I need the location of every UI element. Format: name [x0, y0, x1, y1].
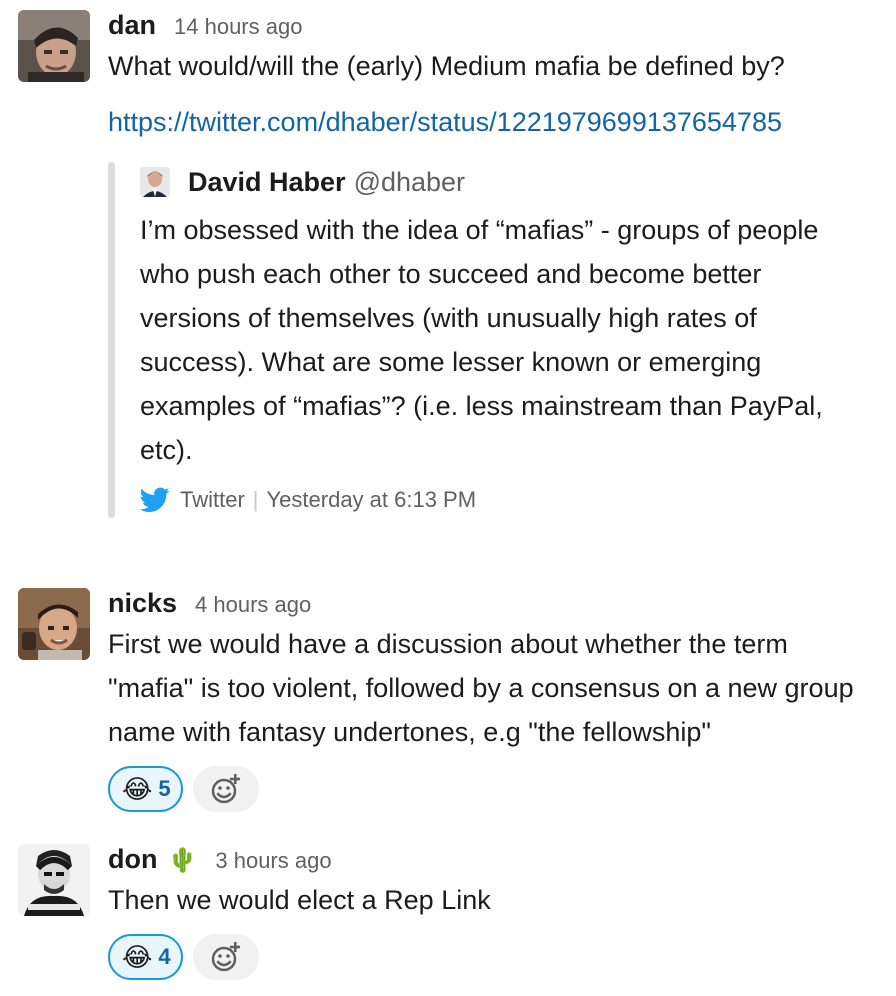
add-reaction-button[interactable]	[192, 934, 259, 980]
timestamp[interactable]: 14 hours ago	[174, 14, 302, 40]
message-content: don 🌵 3 hours ago Then we would elect a …	[108, 844, 886, 980]
message-don: don 🌵 3 hours ago Then we would elect a …	[18, 844, 886, 994]
tweet-source[interactable]: Twitter	[180, 487, 245, 513]
message-header: nicks 4 hours ago	[108, 588, 886, 622]
message-header: don 🌵 3 hours ago	[108, 844, 886, 878]
message-nicks: nicks 4 hours ago First we would have a …	[18, 588, 886, 818]
joy-emoji-icon: 😂	[122, 942, 153, 972]
reaction-count: 4	[158, 944, 171, 969]
tweet-unfurl: David Haber @dhaber I’m obsessed with th…	[108, 162, 886, 518]
avatar-nicks[interactable]	[18, 588, 90, 660]
tweet-author-avatar[interactable]	[140, 167, 170, 197]
message-text: What would/will the (early) Medium mafia…	[108, 51, 785, 81]
avatar-dan[interactable]	[18, 10, 90, 82]
joy-emoji-icon: 😂	[122, 774, 153, 804]
avatar-don[interactable]	[18, 844, 90, 916]
tweet-author-name[interactable]: David Haber	[188, 167, 346, 198]
twitter-bird-icon	[140, 487, 170, 513]
attachment-bar	[108, 162, 115, 518]
tweet-text: I’m obsessed with the idea of “mafias” -…	[140, 215, 823, 465]
message-header: dan 14 hours ago	[108, 10, 886, 44]
reactions-bar: 😂 4	[108, 934, 886, 980]
message-text: Then we would elect a Rep Link	[108, 885, 491, 915]
tweet-link[interactable]: https://twitter.com/dhaber/status/122197…	[108, 100, 888, 144]
tweet-time[interactable]: Yesterday at 6:13 PM	[267, 487, 477, 513]
timestamp[interactable]: 3 hours ago	[215, 848, 331, 874]
timestamp[interactable]: 4 hours ago	[195, 592, 311, 618]
message-content: dan 14 hours ago What would/will the (ea…	[108, 10, 886, 518]
message-content: nicks 4 hours ago First we would have a …	[108, 588, 886, 812]
tweet-footer: Twitter | Yesterday at 6:13 PM	[140, 482, 886, 518]
message-dan: dan 14 hours ago What would/will the (ea…	[18, 10, 886, 560]
tweet-author-handle[interactable]: @dhaber	[354, 167, 465, 198]
reaction-count: 5	[158, 776, 171, 801]
cactus-status-icon[interactable]: 🌵	[167, 846, 197, 875]
reaction-joy[interactable]: 😂 4	[108, 934, 183, 980]
footer-separator: |	[252, 487, 259, 512]
add-reaction-icon	[211, 774, 240, 804]
add-reaction-button[interactable]	[192, 766, 259, 812]
username[interactable]: dan	[108, 10, 156, 41]
add-reaction-icon	[211, 942, 240, 972]
username[interactable]: don	[108, 844, 157, 875]
tweet-author: David Haber @dhaber	[140, 162, 886, 202]
message-text: First we would have a discussion about w…	[108, 629, 854, 747]
reactions-bar: 😂 5	[108, 766, 886, 812]
reaction-joy[interactable]: 😂 5	[108, 766, 183, 812]
username[interactable]: nicks	[108, 588, 177, 619]
